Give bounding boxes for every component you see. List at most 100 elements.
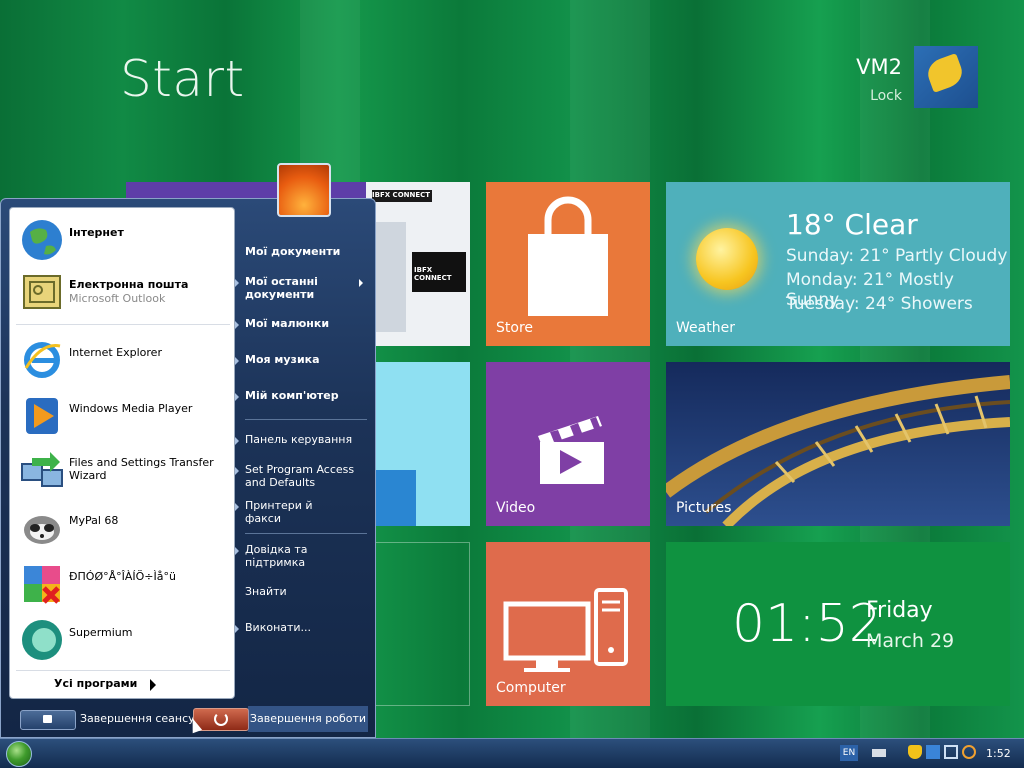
caret-icon [235,437,239,445]
globe-icon [22,220,62,260]
recent-documents[interactable]: Мої останні документи [235,275,367,301]
clock-time: 01:52 [732,594,882,654]
tile-pictures[interactable]: Pictures [666,362,1010,526]
arrow-right-icon [150,679,156,691]
video-label: Video [496,500,536,516]
start-menu-user-picture[interactable] [277,163,331,217]
tile-computer[interactable]: Computer [486,542,650,706]
power-icon [214,712,228,726]
computer-label: Computer [496,680,566,696]
all-programs-button[interactable]: Усі програми [16,676,230,694]
outlook-icon [23,275,61,309]
caret-icon [235,503,239,511]
pinned-internet-label: Інтернет [69,226,124,239]
my-computer-label: Мій комп'ютер [245,389,339,402]
search-label: Знайти [245,585,287,598]
run-label: Виконати... [245,621,312,634]
tile-clock[interactable]: 01:52 Friday March 29 [666,542,1010,706]
help-support-label: Довідка та підтримка [245,543,308,569]
my-documents-label: Мої документи [245,245,341,258]
caret-icon [235,393,239,401]
weather-label: Weather [676,320,735,336]
my-pictures[interactable]: Мої малюнки [235,317,367,330]
pinned-email-label: Електронна пошта [69,278,189,291]
logoff-button[interactable] [20,710,76,730]
tile-weather[interactable]: 18° Clear Sunday: 21° Partly Cloudy Mond… [666,182,1010,346]
preview-column [372,222,406,332]
run[interactable]: Виконати... [235,621,367,634]
menu-divider [16,670,230,671]
caret-icon [235,357,239,365]
weather-forecast-3: Tuesday: 24° Showers [786,294,973,314]
printers-faxes[interactable]: Принтери й факси [235,499,367,525]
recent-transfer-label: Files and Settings Transfer Wizard [69,456,214,482]
pinned-email[interactable]: Електронна пошта Microsoft Outlook [16,266,230,316]
app-tray-icon[interactable] [926,745,940,759]
control-panel[interactable]: Панель керування [235,433,367,446]
recent-broken-label: ÐΠÓØ°Å°ÎÀÍÖ÷Ìå°ü [69,570,176,583]
pinned-internet[interactable]: Інтернет [16,214,230,264]
my-computer[interactable]: Мій комп'ютер [235,389,367,402]
printers-faxes-label: Принтери й факси [245,499,313,525]
recent-supermium[interactable]: Supermium [16,614,230,664]
clock-day: Friday [866,598,933,623]
tile-store[interactable]: Store [486,182,650,346]
weather-current: 18° Clear [786,208,918,241]
mypal-icon [24,516,60,544]
security-shield-icon[interactable] [908,745,922,759]
lock-icon [43,715,52,723]
submenu-arrow-icon [359,279,363,287]
recent-mypal-label: MyPal 68 [69,514,119,527]
menu-divider [16,324,230,325]
recent-transfer-wizard[interactable]: Files and Settings Transfer Wizard [16,446,230,496]
taskbar-clock[interactable]: 1:52 [986,747,1011,760]
tile-video[interactable]: Video [486,362,650,526]
menu-divider [245,533,367,534]
program-access-label: Set Program Access and Defaults [245,463,355,489]
my-music-label: Моя музика [245,353,320,366]
shutdown-label[interactable]: Завершення роботи [248,706,368,732]
recent-broken-app[interactable]: ÐΠÓØ°Å°ÎÀÍÖ÷Ìå°ü [16,558,230,608]
preview-brand: IBFX CONNECT [372,191,431,199]
lock-link[interactable]: Lock [870,88,902,104]
supermium-icon [22,620,62,660]
start-menu: Інтернет Електронна пошта Microsoft Outl… [0,198,376,738]
clock-date: March 29 [866,630,955,652]
browser-preview: IBFX CONNECT IBFX CONNECT [366,182,470,346]
my-documents[interactable]: Мої документи [245,245,367,258]
help-support[interactable]: Довідка та підтримка [235,543,367,569]
pinned-email-sublabel: Microsoft Outlook [69,292,166,305]
network-icon[interactable] [944,745,958,759]
recent-internet-explorer[interactable]: Internet Explorer [16,334,230,384]
preview-brand-2: IBFX CONNECT [414,266,452,282]
start-orb-button[interactable] [6,741,32,767]
logoff-label[interactable]: Завершення сеансу [80,712,195,725]
transfer-wizard-icon [21,452,63,487]
ie-icon [24,342,61,378]
search[interactable]: Знайти [245,585,367,598]
all-programs-label: Усі програми [54,677,138,690]
recent-media-player[interactable]: Windows Media Player [16,390,230,440]
user-avatar[interactable] [914,46,978,108]
start-menu-left-pane: Інтернет Електронна пошта Microsoft Outl… [9,207,235,699]
taskbar: EN 1:52 [0,738,1024,768]
program-access[interactable]: Set Program Access and Defaults [235,463,367,489]
user-name[interactable]: VM2 [856,55,902,79]
broken-app-icon [24,566,60,604]
caret-icon [235,321,239,329]
pictures-label: Pictures [676,500,732,516]
recent-wmp-label: Windows Media Player [69,402,193,415]
weather-forecast-1: Sunday: 21° Partly Cloudy [786,246,1008,266]
start-title: Start [120,50,245,108]
language-indicator[interactable]: EN [840,745,858,761]
my-pictures-label: Мої малюнки [245,317,330,330]
recent-mypal[interactable]: MyPal 68 [16,502,230,552]
keyboard-icon[interactable] [872,749,886,757]
recent-supermium-label: Supermium [69,626,133,639]
control-panel-label: Панель керування [245,433,353,446]
store-label: Store [496,320,534,336]
media-player-icon [26,398,58,434]
search-icon[interactable] [962,745,976,759]
recent-ie-label: Internet Explorer [69,346,162,359]
my-music[interactable]: Моя музика [235,353,367,366]
